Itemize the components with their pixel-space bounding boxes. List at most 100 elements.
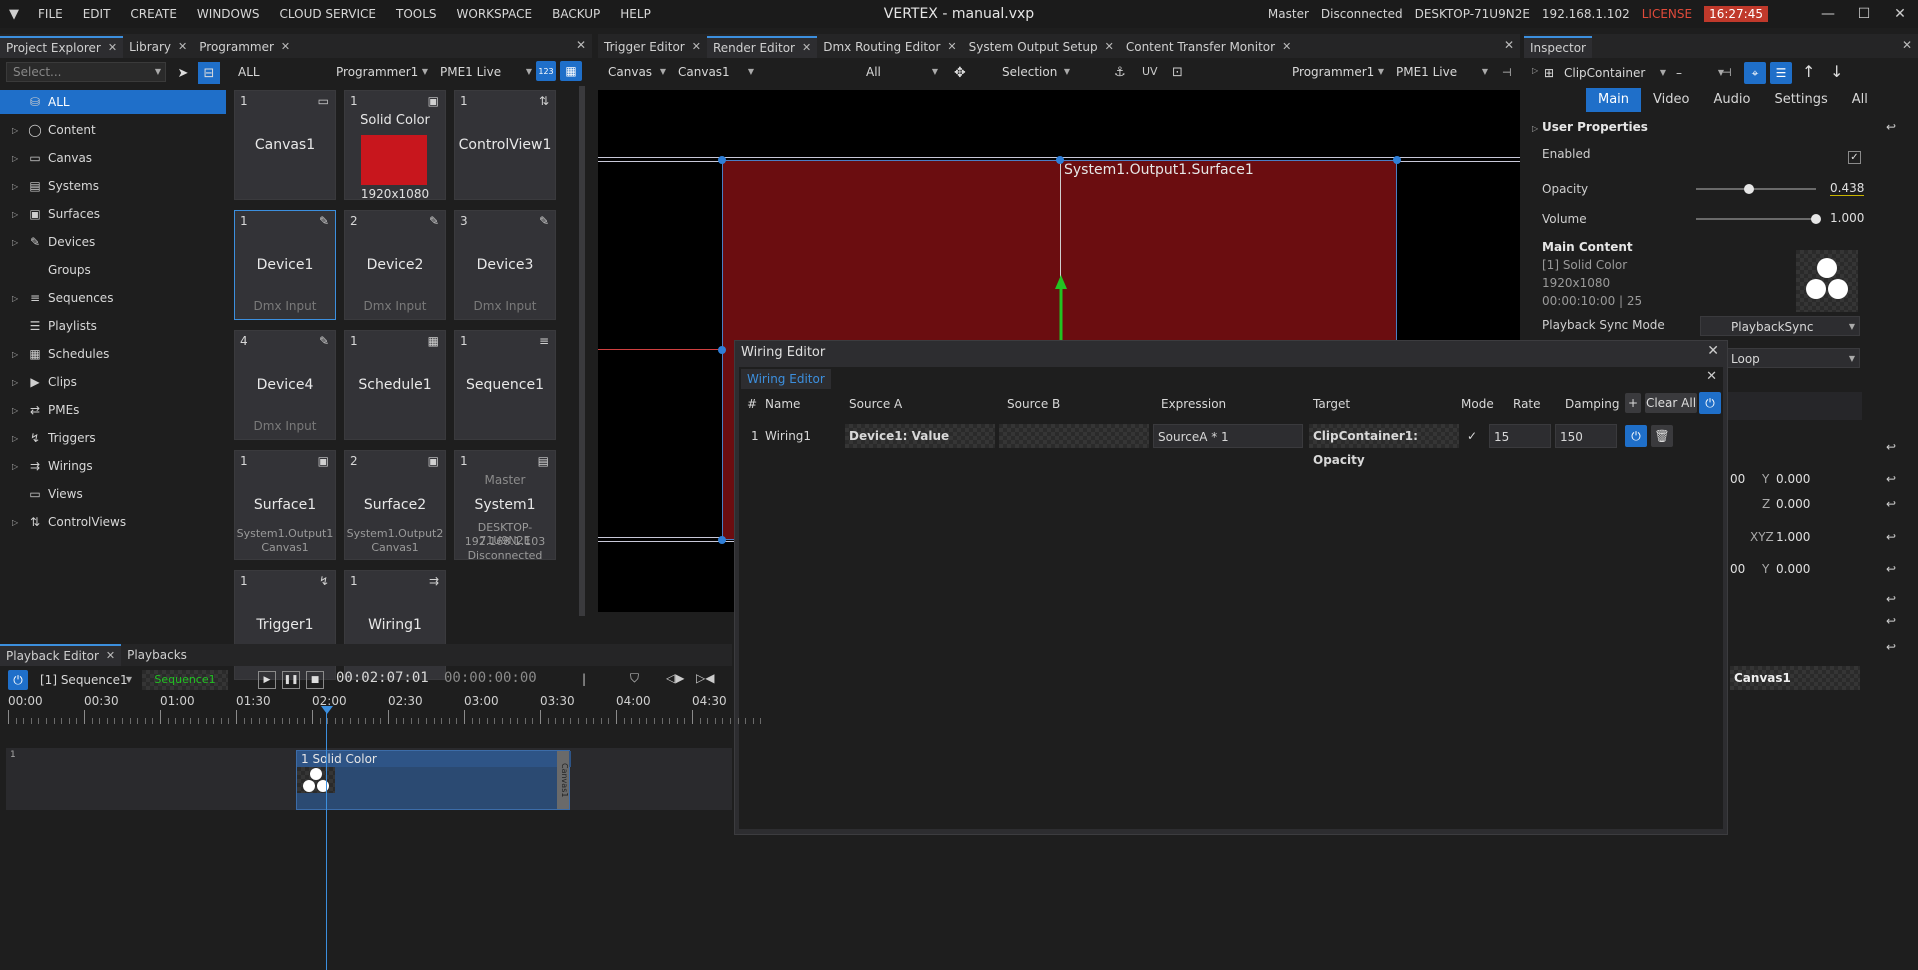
play-icon[interactable]: ▶ (258, 671, 276, 689)
reset-icon[interactable]: ↩ (1886, 440, 1896, 454)
close-icon[interactable]: ✕ (1706, 369, 1717, 384)
expression-field[interactable]: SourceA * 1 (1153, 424, 1303, 448)
tree-item-devices[interactable]: ▷ ✎ Devices (0, 230, 226, 254)
close-tab-icon[interactable]: ✕ (281, 36, 290, 58)
tree-item-pmes[interactable]: ▷ ⇄ PMEs (0, 398, 226, 422)
sequence-select[interactable]: [1] Sequence1 ▼ (36, 670, 136, 690)
tree-item-groups[interactable]: Groups (0, 258, 226, 282)
opacity-value[interactable]: 0.438 (1830, 181, 1865, 196)
expand-arrow-icon[interactable]: ▷ (12, 518, 26, 527)
expand-arrow-icon[interactable]: ▷ (12, 126, 26, 135)
tab-project-explorer[interactable]: Project Explorer ✕ (0, 36, 124, 58)
menu-item[interactable]: TOOLS (386, 0, 447, 28)
wiring-power-icon[interactable]: ⏻ (1625, 425, 1647, 447)
expand-arrow-icon[interactable]: ▷ (12, 406, 26, 415)
tree-item-all[interactable]: ⛁ ALL (0, 90, 226, 114)
move-tool-icon[interactable]: ✥ (954, 65, 966, 81)
content-thumbnail[interactable] (1796, 250, 1858, 312)
close-icon[interactable]: ✕ (1707, 343, 1719, 359)
reset-icon[interactable]: ↩ (1886, 120, 1896, 134)
menu-item[interactable]: BACKUP (542, 0, 610, 28)
expand-arrow-icon[interactable]: ▷ (12, 182, 26, 191)
resize-handle[interactable] (718, 536, 726, 544)
maximize-icon[interactable]: ☐ (1846, 0, 1882, 28)
license-link[interactable]: LICENSE (1642, 7, 1692, 21)
resize-handle[interactable] (718, 346, 726, 354)
tree-item-systems[interactable]: ▷ ▤ Systems (0, 174, 226, 198)
next-icon[interactable]: ▷◀ (696, 671, 714, 685)
reset-icon[interactable]: ↩ (1886, 562, 1896, 576)
cue-icon[interactable]: ⛉ (630, 671, 639, 686)
reset-icon[interactable]: ↩ (1886, 614, 1896, 628)
tree-view-icon[interactable]: ⊟ (198, 62, 220, 84)
expand-arrow-icon[interactable]: ▷ (12, 462, 26, 471)
expand-arrow-icon[interactable]: ▷ (12, 378, 26, 387)
canvas-select[interactable]: Canvas1 ▼ (674, 62, 758, 82)
snap-icon[interactable]: ⚓ (1114, 65, 1126, 80)
panel-close-icon[interactable]: ✕ (1504, 38, 1514, 52)
volume-slider[interactable] (1696, 218, 1816, 220)
resize-handle[interactable] (1393, 156, 1401, 164)
tree-item-surfaces[interactable]: ▷ ▣ Surfaces (0, 202, 226, 226)
expand-arrow-icon[interactable]: ▷ (12, 154, 26, 163)
inspector-object-select[interactable]: ClipContainer ▼ (1560, 63, 1670, 83)
programmer-tile[interactable]: 1 ✎ Device1 Dmx Input (234, 210, 336, 320)
tab-audio[interactable]: Audio (1701, 88, 1762, 112)
target-icon[interactable]: ⌖ (1744, 62, 1766, 84)
tree-item-content[interactable]: ▷ ◯ Content (0, 118, 226, 142)
y-axis-gizmo-icon[interactable] (1053, 275, 1069, 345)
canvas-type-select[interactable]: Canvas ▼ (604, 62, 670, 82)
arrow-up-icon[interactable]: ↑ (1802, 62, 1815, 81)
close-tab-icon[interactable]: ✕ (178, 36, 187, 58)
tab-video[interactable]: Video (1641, 88, 1701, 112)
close-tab-icon[interactable]: ✕ (802, 38, 811, 58)
wiring-name[interactable]: Wiring1 (761, 424, 845, 448)
tab-system-output-setup[interactable]: System Output Setup ✕ (963, 36, 1120, 58)
expand-arrow-icon[interactable]: ▷ (12, 294, 26, 303)
stop-icon[interactable]: ■ (306, 671, 324, 689)
close-tab-icon[interactable]: ✕ (106, 646, 115, 666)
opacity-slider-knob[interactable] (1743, 184, 1754, 194)
list-view-icon[interactable]: ☰ (1770, 62, 1792, 84)
source-b-field[interactable] (999, 424, 1149, 448)
scale-xyz-value[interactable]: 1.000 (1776, 530, 1810, 544)
programmer-tile[interactable]: 1 ▣ 1920x1080 Solid Color (344, 90, 446, 201)
render-programmer-select[interactable]: Programmer1 ▼ (1288, 62, 1388, 82)
volume-value[interactable]: 1.000 (1830, 211, 1864, 225)
programmer-tile[interactable]: 4 ✎ Device4 Dmx Input (234, 330, 336, 440)
resize-handle[interactable] (718, 156, 726, 164)
fit-icon[interactable]: ⊡ (1172, 65, 1183, 80)
tree-item-triggers[interactable]: ▷ ↯ Triggers (0, 426, 226, 450)
add-wiring-button[interactable]: + (1625, 393, 1641, 413)
position-x-value[interactable]: 00 (1730, 472, 1745, 486)
tab-content-transfer-monitor[interactable]: Content Transfer Monitor ✕ (1120, 36, 1297, 58)
playhead-marker-icon[interactable] (321, 706, 333, 714)
reset-icon[interactable]: ↩ (1886, 592, 1896, 606)
programmer-tile[interactable]: 1 ▤ System1 DESKTOP-71U9N2E 192.168.1.103 Dis… (454, 450, 556, 562)
tree-item-canvas[interactable]: ▷ ▭ Canvas (0, 146, 226, 170)
pme-select[interactable]: PME1 Live ▼ (436, 62, 536, 82)
panel-close-icon[interactable]: ✕ (576, 38, 586, 52)
enabled-checkbox[interactable]: ✓ (1848, 151, 1861, 164)
tree-item-sequences[interactable]: ▷ ≡ Sequences (0, 286, 226, 310)
position-y-value[interactable]: 0.000 (1776, 472, 1810, 486)
reset-icon[interactable]: ↩ (1886, 472, 1896, 486)
number-view-button[interactable]: 123 (536, 61, 556, 81)
tree-item-controlviews[interactable]: ▷ ⇅ ControlViews (0, 510, 226, 534)
close-icon[interactable]: ✕ (1882, 0, 1918, 28)
render-filter-select[interactable]: All ▼ (862, 62, 942, 82)
grid-view-icon[interactable]: ▦ (560, 61, 582, 81)
marker-icon[interactable]: | (582, 672, 586, 686)
sync-mode-select[interactable]: PlaybackSync ▼ (1700, 316, 1860, 336)
programmer-tile[interactable]: 1 ▭ Canvas1 (234, 90, 336, 200)
menu-item[interactable]: HELP (610, 0, 661, 28)
tree-item-wirings[interactable]: ▷ ⇉ Wirings (0, 454, 226, 478)
tree-item-views[interactable]: ▭ Views (0, 482, 226, 506)
inspector-subobject-select[interactable]: – ▼ (1672, 63, 1728, 83)
scrollbar-thumb[interactable] (579, 86, 585, 616)
pin-icon[interactable]: ⊣ (1722, 66, 1732, 79)
programmer-tile[interactable]: 1 ≡ Sequence1 (454, 330, 556, 440)
delete-icon[interactable]: 🗑 (1651, 425, 1673, 447)
reset-icon[interactable]: ↩ (1886, 530, 1896, 544)
programmer-tile[interactable]: 2 ▣ Surface2 System1.Output2 Canvas1 (344, 450, 446, 560)
